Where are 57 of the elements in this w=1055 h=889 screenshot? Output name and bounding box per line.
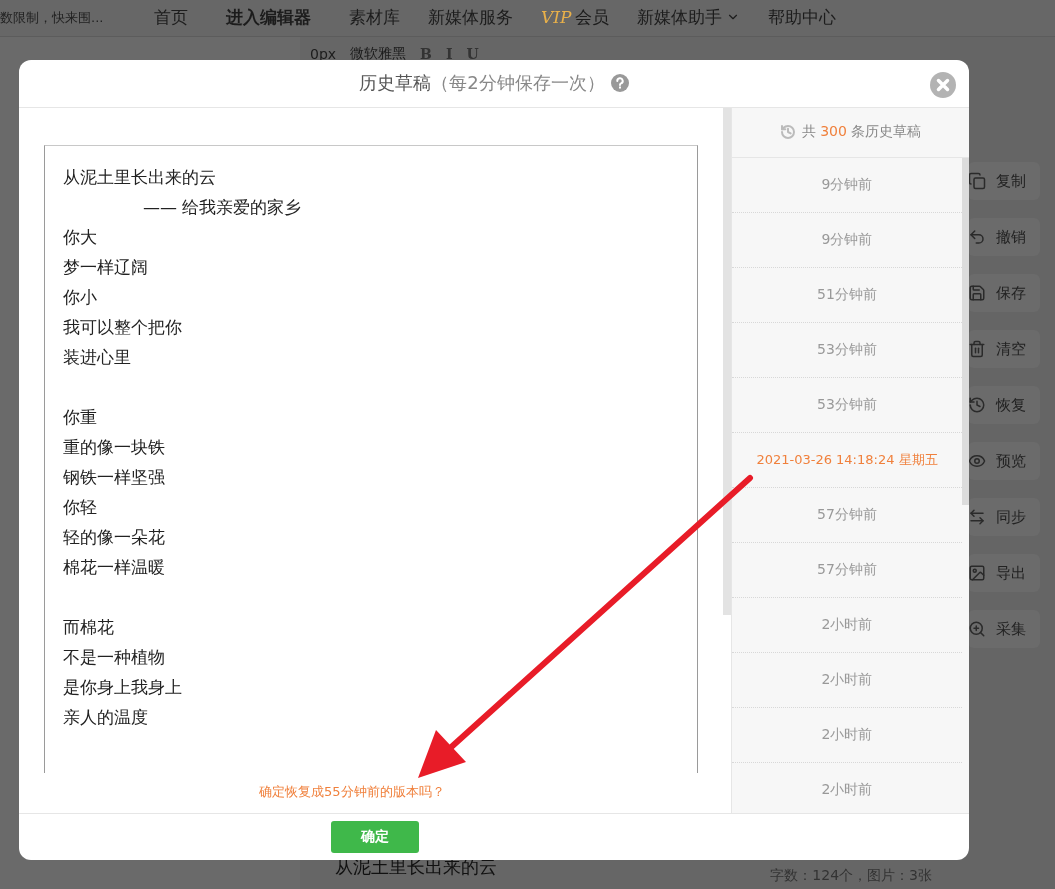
action-button[interactable]: 预览 <box>968 442 1040 480</box>
action-button[interactable]: 同步 <box>968 498 1040 536</box>
help-icon[interactable] <box>610 74 629 93</box>
undo-icon <box>968 228 986 246</box>
history-icon <box>968 396 986 414</box>
article-line: 梦一样辽阔 <box>63 255 149 279</box>
action-button[interactable]: 复制 <box>968 162 1040 200</box>
article-line: 轻的像一朵花 <box>63 525 166 549</box>
article-line: 是你身上我身上 <box>63 675 183 699</box>
nav-link[interactable]: 首页 <box>150 5 192 39</box>
nav-link[interactable]: 素材库 <box>345 5 404 39</box>
font-size-select[interactable]: 0px <box>310 46 337 62</box>
article-line: 从泥土里长出来的云 <box>63 165 217 189</box>
nav-link[interactable]: 帮助中心 <box>764 5 841 39</box>
scrollbar[interactable] <box>962 157 969 505</box>
article-line: 你大 <box>63 225 98 249</box>
swap-arrows-icon <box>968 508 986 526</box>
nav-link[interactable]: VIP 会员 <box>537 5 614 39</box>
font-family-select[interactable]: 微软雅黑 <box>350 45 407 63</box>
save-icon <box>968 284 986 302</box>
article-line: 重的像一块铁 <box>63 435 166 459</box>
draft-item[interactable]: 2小时前 <box>732 762 962 813</box>
history-icon <box>779 124 796 140</box>
article-line: 不是一种植物 <box>63 645 166 669</box>
notice-text: 数限制，快来围... <box>0 9 105 27</box>
draft-item[interactable]: 2小时前 <box>732 652 962 708</box>
scrollbar[interactable] <box>723 107 731 615</box>
confirm-message: 确定恢复成55分钟前的版本吗？ <box>259 782 446 801</box>
draft-item[interactable]: 2小时前 <box>732 707 962 763</box>
nav-link[interactable]: 新媒体助手 <box>633 5 745 39</box>
nav-link[interactable]: 新媒体服务 <box>424 5 517 39</box>
article-line: 你轻 <box>63 495 98 519</box>
action-button[interactable]: 采集 <box>968 610 1040 648</box>
action-button[interactable]: 恢复 <box>968 386 1040 424</box>
dialog-title: 历史草稿（每2分钟保存一次） <box>359 71 605 96</box>
article-line: 而棉花 <box>63 615 115 639</box>
draft-item[interactable]: 57分钟前 <box>732 542 962 598</box>
close-icon[interactable] <box>930 72 956 98</box>
article-line: 钢铁一样坚强 <box>63 465 166 489</box>
confirm-button[interactable]: 确定 <box>331 820 419 853</box>
draft-item[interactable]: 2小时前 <box>732 597 962 653</box>
article-line: 装进心里 <box>63 345 132 369</box>
eye-icon <box>968 452 986 470</box>
article-line: —— 给我亲爱的家乡 <box>142 195 303 219</box>
image-icon <box>968 564 986 582</box>
action-button[interactable]: 保存 <box>968 274 1040 312</box>
zoom-in-icon <box>968 620 986 638</box>
article-line: 我可以整个把你 <box>63 315 183 339</box>
action-button[interactable]: 清空 <box>968 330 1040 368</box>
copy-icon <box>968 172 986 190</box>
article-line: 棉花一样温暖 <box>63 555 166 579</box>
article-line: 你小 <box>63 285 98 309</box>
draft-count-text: 共 300 条历史草稿 <box>801 123 922 141</box>
article-line: 你重 <box>63 405 98 429</box>
action-button[interactable]: 撤销 <box>968 218 1040 256</box>
article-line: 亲人的温度 <box>63 705 149 729</box>
action-button[interactable]: 导出 <box>968 554 1040 592</box>
